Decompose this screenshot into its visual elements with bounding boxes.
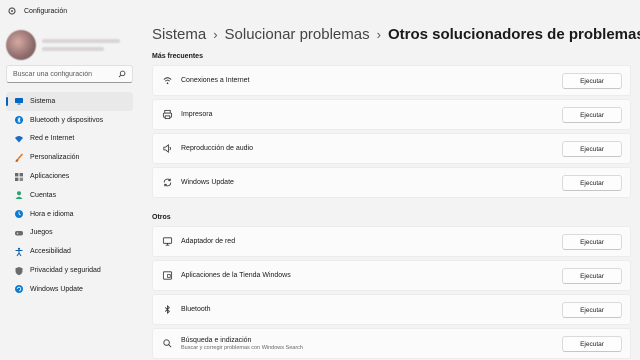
- brush-icon: [14, 153, 24, 163]
- wifi-icon: [161, 75, 173, 87]
- chevron-right-icon: ›: [213, 27, 218, 42]
- troubleshooter-printer: Impresora Ejecutar: [152, 99, 631, 130]
- card-title: Aplicaciones de la Tienda Windows: [181, 272, 291, 279]
- run-button[interactable]: Ejecutar: [562, 336, 622, 352]
- run-button[interactable]: Ejecutar: [562, 107, 622, 123]
- run-button[interactable]: Ejecutar: [562, 302, 622, 318]
- sidebar-item-label: Windows Update: [30, 285, 83, 293]
- section-label-others: Otros: [152, 214, 171, 221]
- search-icon[interactable]: [118, 70, 126, 78]
- sidebar-nav: Sistema Bluetooth y dispositivos Red e I…: [6, 92, 133, 299]
- search-box[interactable]: [6, 65, 133, 83]
- title-bar: Configuración: [0, 0, 640, 22]
- sidebar-item-cuentas[interactable]: Cuentas: [6, 186, 133, 205]
- card-title: Bluetooth: [181, 306, 211, 313]
- person-icon: [14, 190, 24, 200]
- run-button[interactable]: Ejecutar: [562, 73, 622, 89]
- card-title: Reproducción de audio: [181, 145, 253, 152]
- card-title: Adaptador de red: [181, 238, 236, 245]
- sidebar-item-accesibilidad[interactable]: Accesibilidad: [6, 242, 133, 261]
- troubleshooter-audio: Reproducción de audio Ejecutar: [152, 133, 631, 164]
- profile-info-redacted: [42, 39, 120, 51]
- breadcrumb-sistema[interactable]: Sistema: [152, 26, 206, 43]
- sidebar-item-label: Red e Internet: [30, 135, 75, 143]
- avatar: [6, 30, 36, 60]
- sidebar-item-windows-update[interactable]: Windows Update: [6, 280, 133, 299]
- sidebar-item-privacidad[interactable]: Privacidad y seguridad: [6, 261, 133, 280]
- sidebar: Sistema Bluetooth y dispositivos Red e I…: [0, 22, 140, 360]
- printer-icon: [161, 109, 173, 121]
- window-title: Configuración: [24, 7, 68, 15]
- sidebar-item-label: Aplicaciones: [30, 173, 70, 181]
- sidebar-item-label: Accesibilidad: [30, 248, 71, 256]
- sidebar-item-label: Bluetooth y dispositivos: [30, 116, 104, 124]
- troubleshooter-network-adapter: Adaptador de red Ejecutar: [152, 226, 631, 257]
- troubleshooter-internet: Conexiones a Internet Ejecutar: [152, 65, 631, 96]
- user-profile[interactable]: [6, 28, 136, 62]
- bluetooth-icon: [161, 304, 173, 316]
- sidebar-item-label: Privacidad y seguridad: [30, 267, 101, 275]
- card-title: Windows Update: [181, 179, 234, 186]
- sidebar-item-label: Sistema: [30, 97, 56, 105]
- search-icon: [161, 338, 173, 350]
- breadcrumb: Sistema › Solucionar problemas › Otros s…: [152, 26, 640, 43]
- monitor-icon: [14, 96, 24, 106]
- main-content: Sistema › Solucionar problemas › Otros s…: [140, 22, 640, 360]
- sidebar-item-label: Cuentas: [30, 191, 57, 199]
- run-button[interactable]: Ejecutar: [562, 234, 622, 250]
- sidebar-item-label: Juegos: [30, 229, 53, 237]
- gamepad-icon: [14, 228, 24, 238]
- run-button[interactable]: Ejecutar: [562, 268, 622, 284]
- troubleshooter-search-indexing: Búsqueda e indización Buscar y corregir …: [152, 328, 631, 359]
- apps-icon: [14, 172, 24, 182]
- sidebar-item-label: Personalización: [30, 154, 80, 162]
- troubleshooter-bluetooth: Bluetooth Ejecutar: [152, 294, 631, 325]
- globe-clock-icon: [14, 209, 24, 219]
- run-button[interactable]: Ejecutar: [562, 175, 622, 191]
- sidebar-item-bluetooth[interactable]: Bluetooth y dispositivos: [6, 111, 133, 130]
- page-title: Otros solucionadores de problemas: [387, 26, 640, 43]
- card-title: Conexiones a Internet: [181, 77, 250, 84]
- search-input[interactable]: [13, 70, 113, 78]
- sidebar-item-juegos[interactable]: Juegos: [6, 224, 133, 243]
- sidebar-item-personalizacion[interactable]: Personalización: [6, 148, 133, 167]
- settings-app-icon: [8, 7, 16, 15]
- sidebar-item-label: Hora e idioma: [30, 210, 74, 218]
- sidebar-item-aplicaciones[interactable]: Aplicaciones: [6, 167, 133, 186]
- card-title: Búsqueda e indización: [181, 336, 252, 344]
- wifi-icon: [14, 134, 24, 144]
- breadcrumb-solucionar-problemas[interactable]: Solucionar problemas: [225, 26, 370, 43]
- shield-icon: [14, 266, 24, 276]
- speaker-icon: [161, 143, 173, 155]
- sidebar-item-hora-idioma[interactable]: Hora e idioma: [6, 205, 133, 224]
- sidebar-item-red[interactable]: Red e Internet: [6, 130, 133, 149]
- card-title: Impresora: [181, 111, 213, 118]
- accessibility-icon: [14, 247, 24, 257]
- refresh-icon: [161, 177, 173, 189]
- section-label-frequent: Más frecuentes: [152, 53, 203, 60]
- run-button[interactable]: Ejecutar: [562, 141, 622, 157]
- bluetooth-icon: [14, 115, 24, 125]
- troubleshooter-windows-update: Windows Update Ejecutar: [152, 167, 631, 198]
- troubleshooter-store-apps: Aplicaciones de la Tienda Windows Ejecut…: [152, 260, 631, 291]
- windows-update-icon: [14, 284, 24, 294]
- store-apps-icon: [161, 270, 173, 282]
- chevron-right-icon: ›: [376, 27, 381, 42]
- card-subtitle: Buscar y corregir problemas con Windows …: [181, 344, 303, 351]
- sidebar-item-sistema[interactable]: Sistema: [6, 92, 133, 111]
- network-adapter-icon: [161, 236, 173, 248]
